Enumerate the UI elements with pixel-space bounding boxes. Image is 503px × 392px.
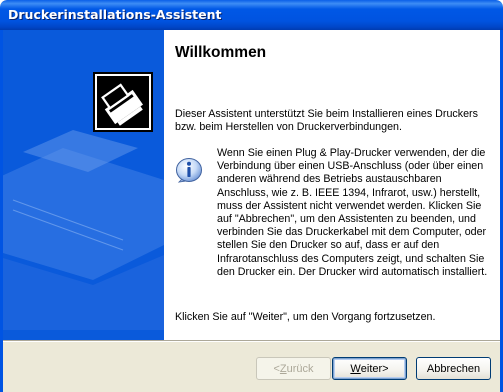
- title-bar[interactable]: Druckerinstallations-Assistent: [0, 0, 503, 30]
- back-button-mnemonic: Z: [279, 362, 287, 375]
- cancel-button[interactable]: Abbrechen: [416, 357, 491, 380]
- wizard-window: Druckerinstallations-Assistent Willkomme…: [0, 0, 503, 392]
- information-icon: [176, 158, 202, 183]
- back-button[interactable]: < Zurück: [256, 357, 331, 380]
- cancel-button-label: Abbrechen: [426, 362, 481, 375]
- wizard-content-panel: Willkommen Dieser Assistent unterstützt …: [164, 30, 500, 340]
- next-button-suffix: >: [382, 362, 389, 375]
- button-separator: [3, 340, 500, 342]
- next-button-mnemonic: W: [350, 362, 361, 375]
- page-heading: Willkommen: [175, 44, 267, 61]
- next-button[interactable]: Weiter >: [332, 357, 407, 380]
- window-title: Druckerinstallations-Assistent: [8, 7, 222, 22]
- printer-wizard-icon: [93, 72, 153, 132]
- next-button-label: eiter: [360, 362, 383, 375]
- outro-text: Klicken Sie auf "Weiter", um den Vorgang…: [175, 311, 436, 323]
- intro-text: Dieser Assistent unterstützt Sie beim In…: [175, 108, 478, 134]
- back-button-label: urück: [286, 362, 314, 375]
- wizard-sidebar: [3, 30, 164, 340]
- info-text: Wenn Sie einen Plug & Play-Drucker verwe…: [217, 147, 488, 278]
